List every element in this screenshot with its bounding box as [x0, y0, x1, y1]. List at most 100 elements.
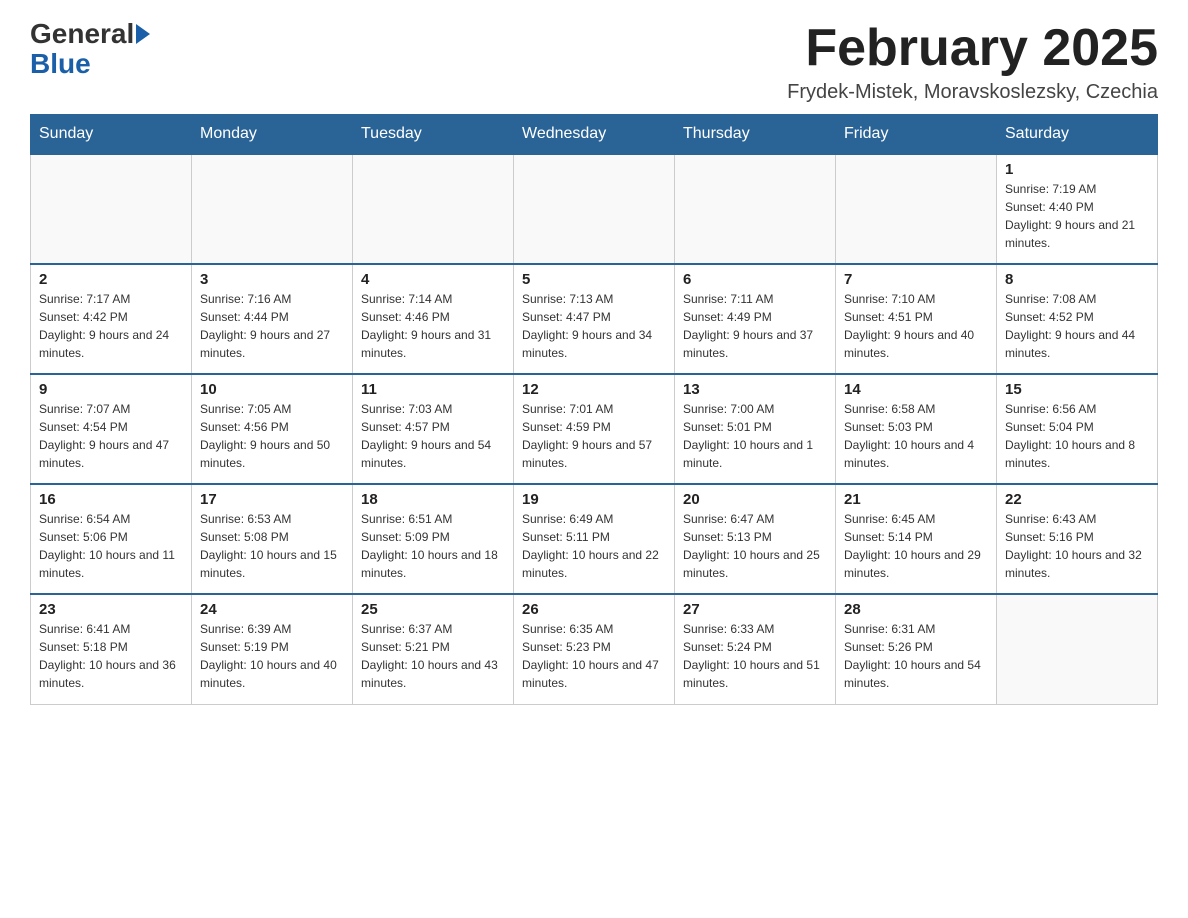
calendar-cell: 23Sunrise: 6:41 AM Sunset: 5:18 PM Dayli… — [31, 594, 192, 704]
calendar-cell: 24Sunrise: 6:39 AM Sunset: 5:19 PM Dayli… — [192, 594, 353, 704]
day-number: 2 — [39, 271, 183, 288]
calendar-cell: 4 Sunrise: 7:14 AM Sunset: 4:46 PM Daylig… — [353, 264, 514, 374]
calendar-cell: 26 Sunrise: 6:35 AM Sunset: 5:23 PM Dayli… — [514, 594, 675, 704]
day-number: 9 — [39, 381, 183, 398]
calendar-cell: 16 Sunrise: 6:54 AM Sunset: 5:06 PM Dayli… — [31, 484, 192, 594]
calendar-cell — [836, 154, 997, 264]
day-number: 6 — [683, 271, 827, 288]
calendar-week-1: 1Sunrise: 7:19 AM Sunset: 4:40 PM Daylig… — [31, 154, 1158, 264]
day-info: Sunrise: 7:01 AM Sunset: 4:59 PM Dayligh… — [522, 400, 666, 472]
calendar-cell: 19 Sunrise: 6:49 AM Sunset: 5:11 PM Dayli… — [514, 484, 675, 594]
day-info: Sunrise: 7:05 AM Sunset: 4:56 PM Dayligh… — [200, 400, 344, 472]
day-number: 11 — [361, 381, 505, 398]
day-info: Sunrise: 7:07 AM Sunset: 4:54 PM Dayligh… — [39, 400, 183, 472]
month-title: February 2025 — [787, 20, 1158, 77]
calendar-cell: 12 Sunrise: 7:01 AM Sunset: 4:59 PM Dayli… — [514, 374, 675, 484]
calendar-cell: 18 Sunrise: 6:51 AM Sunset: 5:09 PM Dayli… — [353, 484, 514, 594]
day-info: Sunrise: 6:35 AM Sunset: 5:23 PM Dayligh… — [522, 620, 666, 692]
day-info: Sunrise: 6:49 AM Sunset: 5:11 PM Dayligh… — [522, 510, 666, 582]
day-number: 13 — [683, 381, 827, 398]
day-number: 15 — [1005, 381, 1149, 398]
day-number: 1 — [1005, 161, 1149, 178]
calendar-cell — [192, 154, 353, 264]
day-number: 19 — [522, 491, 666, 508]
day-number: 27 — [683, 601, 827, 618]
header-sunday: Sunday — [31, 115, 192, 155]
day-info: Sunrise: 6:54 AM Sunset: 5:06 PM Dayligh… — [39, 510, 183, 582]
calendar-cell: 13Sunrise: 7:00 AM Sunset: 5:01 PM Dayli… — [675, 374, 836, 484]
day-number: 4 — [361, 271, 505, 288]
calendar-week-5: 23Sunrise: 6:41 AM Sunset: 5:18 PM Dayli… — [31, 594, 1158, 704]
header-tuesday: Tuesday — [353, 115, 514, 155]
calendar-cell: 20 Sunrise: 6:47 AM Sunset: 5:13 PM Dayli… — [675, 484, 836, 594]
logo-arrow-icon — [136, 24, 150, 44]
calendar-cell: 9 Sunrise: 7:07 AM Sunset: 4:54 PM Daylig… — [31, 374, 192, 484]
logo-general-text: General — [30, 20, 134, 48]
day-number: 25 — [361, 601, 505, 618]
day-number: 14 — [844, 381, 988, 398]
header-monday: Monday — [192, 115, 353, 155]
day-number: 17 — [200, 491, 344, 508]
header-friday: Friday — [836, 115, 997, 155]
day-info: Sunrise: 7:17 AM Sunset: 4:42 PM Dayligh… — [39, 290, 183, 362]
day-info: Sunrise: 6:33 AM Sunset: 5:24 PM Dayligh… — [683, 620, 827, 692]
day-number: 16 — [39, 491, 183, 508]
logo: General Blue — [30, 20, 152, 80]
day-info: Sunrise: 7:11 AM Sunset: 4:49 PM Dayligh… — [683, 290, 827, 362]
day-info: Sunrise: 6:43 AM Sunset: 5:16 PM Dayligh… — [1005, 510, 1149, 582]
calendar-cell: 28 Sunrise: 6:31 AM Sunset: 5:26 PM Dayli… — [836, 594, 997, 704]
calendar-week-3: 9 Sunrise: 7:07 AM Sunset: 4:54 PM Daylig… — [31, 374, 1158, 484]
calendar-cell — [675, 154, 836, 264]
day-info: Sunrise: 7:13 AM Sunset: 4:47 PM Dayligh… — [522, 290, 666, 362]
day-number: 10 — [200, 381, 344, 398]
day-info: Sunrise: 6:41 AM Sunset: 5:18 PM Dayligh… — [39, 620, 183, 692]
day-info: Sunrise: 6:31 AM Sunset: 5:26 PM Dayligh… — [844, 620, 988, 692]
calendar-cell: 7 Sunrise: 7:10 AM Sunset: 4:51 PM Daylig… — [836, 264, 997, 374]
day-info: Sunrise: 6:37 AM Sunset: 5:21 PM Dayligh… — [361, 620, 505, 692]
day-number: 5 — [522, 271, 666, 288]
calendar-cell — [997, 594, 1158, 704]
day-info: Sunrise: 6:45 AM Sunset: 5:14 PM Dayligh… — [844, 510, 988, 582]
day-info: Sunrise: 6:58 AM Sunset: 5:03 PM Dayligh… — [844, 400, 988, 472]
day-info: Sunrise: 6:53 AM Sunset: 5:08 PM Dayligh… — [200, 510, 344, 582]
day-info: Sunrise: 6:56 AM Sunset: 5:04 PM Dayligh… — [1005, 400, 1149, 472]
day-number: 26 — [522, 601, 666, 618]
day-number: 22 — [1005, 491, 1149, 508]
header-thursday: Thursday — [675, 115, 836, 155]
calendar-header-row: SundayMondayTuesdayWednesdayThursdayFrid… — [31, 115, 1158, 155]
day-info: Sunrise: 6:51 AM Sunset: 5:09 PM Dayligh… — [361, 510, 505, 582]
calendar-cell: 8Sunrise: 7:08 AM Sunset: 4:52 PM Daylig… — [997, 264, 1158, 374]
day-info: Sunrise: 7:10 AM Sunset: 4:51 PM Dayligh… — [844, 290, 988, 362]
day-info: Sunrise: 7:03 AM Sunset: 4:57 PM Dayligh… — [361, 400, 505, 472]
day-number: 12 — [522, 381, 666, 398]
calendar-cell — [353, 154, 514, 264]
calendar-cell: 15 Sunrise: 6:56 AM Sunset: 5:04 PM Dayli… — [997, 374, 1158, 484]
calendar-cell: 14 Sunrise: 6:58 AM Sunset: 5:03 PM Dayli… — [836, 374, 997, 484]
calendar-cell: 2 Sunrise: 7:17 AM Sunset: 4:42 PM Daylig… — [31, 264, 192, 374]
calendar-cell — [31, 154, 192, 264]
day-number: 21 — [844, 491, 988, 508]
calendar-cell: 11 Sunrise: 7:03 AM Sunset: 4:57 PM Dayli… — [353, 374, 514, 484]
calendar-cell — [514, 154, 675, 264]
calendar-week-4: 16 Sunrise: 6:54 AM Sunset: 5:06 PM Dayli… — [31, 484, 1158, 594]
header-wednesday: Wednesday — [514, 115, 675, 155]
calendar-cell: 10 Sunrise: 7:05 AM Sunset: 4:56 PM Dayli… — [192, 374, 353, 484]
day-number: 18 — [361, 491, 505, 508]
logo-blue-text: Blue — [30, 48, 91, 80]
day-number: 28 — [844, 601, 988, 618]
day-number: 20 — [683, 491, 827, 508]
calendar-cell: 6 Sunrise: 7:11 AM Sunset: 4:49 PM Daylig… — [675, 264, 836, 374]
calendar-cell: 27 Sunrise: 6:33 AM Sunset: 5:24 PM Dayli… — [675, 594, 836, 704]
calendar-cell: 3Sunrise: 7:16 AM Sunset: 4:44 PM Daylig… — [192, 264, 353, 374]
page-header: General Blue February 2025 Frydek-Mistek… — [30, 20, 1158, 104]
day-info: Sunrise: 7:14 AM Sunset: 4:46 PM Dayligh… — [361, 290, 505, 362]
day-number: 7 — [844, 271, 988, 288]
calendar-cell: 22 Sunrise: 6:43 AM Sunset: 5:16 PM Dayli… — [997, 484, 1158, 594]
day-info: Sunrise: 6:47 AM Sunset: 5:13 PM Dayligh… — [683, 510, 827, 582]
day-number: 3 — [200, 271, 344, 288]
location-subtitle: Frydek-Mistek, Moravskoslezsky, Czechia — [787, 81, 1158, 104]
calendar-cell: 21 Sunrise: 6:45 AM Sunset: 5:14 PM Dayli… — [836, 484, 997, 594]
calendar-week-2: 2 Sunrise: 7:17 AM Sunset: 4:42 PM Daylig… — [31, 264, 1158, 374]
header-saturday: Saturday — [997, 115, 1158, 155]
day-info: Sunrise: 6:39 AM Sunset: 5:19 PM Dayligh… — [200, 620, 344, 692]
